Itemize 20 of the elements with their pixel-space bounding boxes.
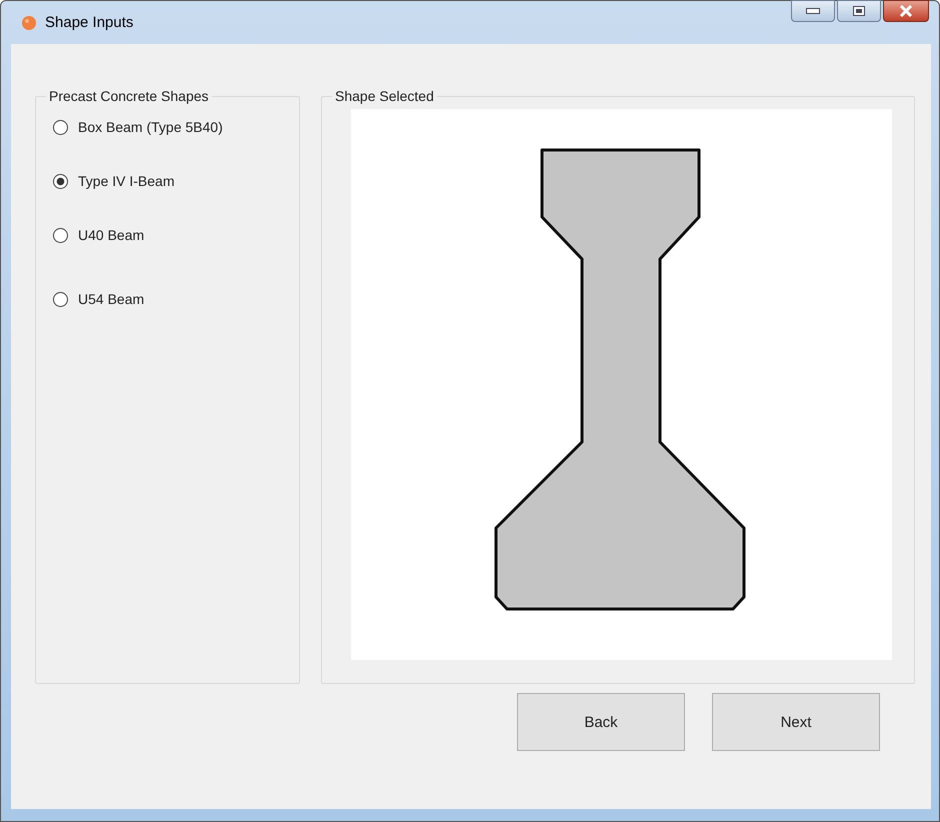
app-icon bbox=[21, 14, 37, 30]
nav-button[interactable]: Back bbox=[517, 693, 685, 751]
option-label[interactable]: U54 Beam bbox=[78, 291, 144, 307]
maximize-icon bbox=[853, 6, 865, 16]
group-title: Shape Selected bbox=[334, 88, 435, 104]
close-icon bbox=[899, 5, 913, 17]
radio-button[interactable] bbox=[53, 120, 68, 134]
radio-button[interactable] bbox=[53, 228, 68, 242]
radio-button[interactable] bbox=[53, 292, 68, 306]
option-label[interactable]: U40 Beam bbox=[78, 227, 144, 243]
option-label[interactable]: Box Beam (Type 5B40) bbox=[78, 119, 223, 135]
window-title: Shape Inputs bbox=[45, 14, 134, 31]
maximize-button[interactable] bbox=[837, 0, 881, 22]
option-label[interactable]: Type IV I-Beam bbox=[78, 173, 174, 189]
minimize-icon bbox=[806, 8, 820, 14]
close-button[interactable] bbox=[883, 0, 929, 22]
group-title: Precast Concrete Shapes bbox=[48, 88, 210, 104]
nav-button[interactable]: Next bbox=[712, 693, 880, 751]
radio-button[interactable] bbox=[53, 174, 68, 188]
minimize-button[interactable] bbox=[791, 0, 835, 22]
